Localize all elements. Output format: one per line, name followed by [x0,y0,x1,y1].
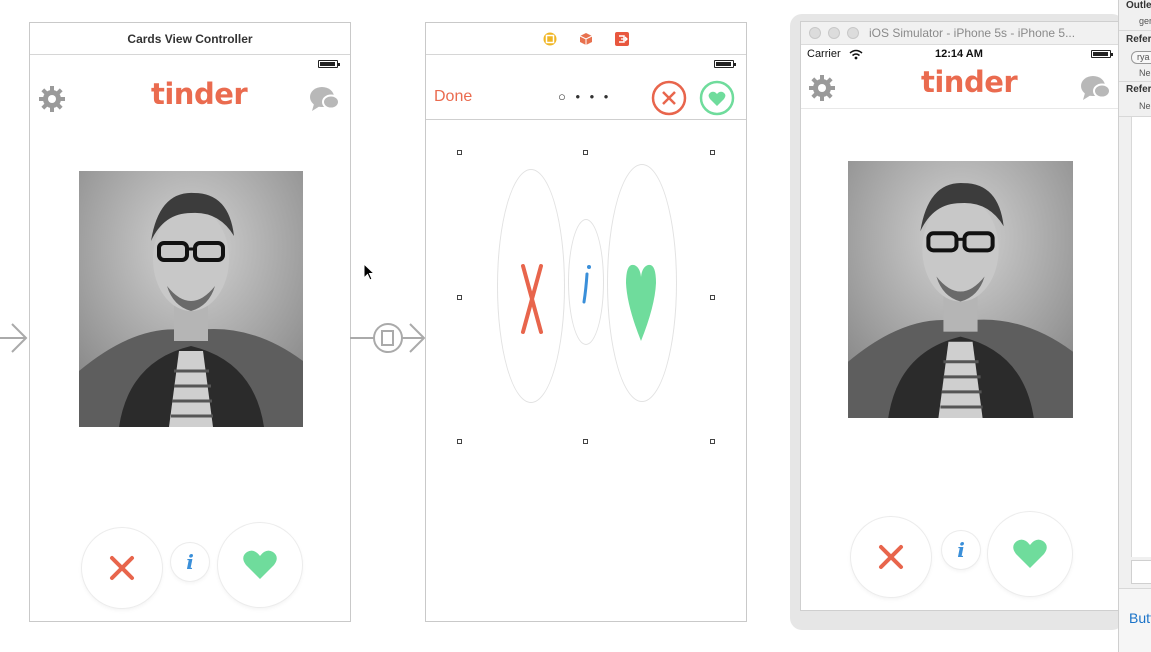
window-titlebar[interactable]: iOS Simulator - iPhone 5s - iPhone 5... [801,22,1119,45]
inspector-section-referencing-1: Refer rya Ne [1119,31,1151,82]
x-icon [879,545,903,569]
info-icon: i [186,550,194,574]
status-time: 12:14 AM [935,48,983,60]
scene-title: Cards View Controller [127,31,253,46]
stretched-like-button[interactable] [607,164,677,402]
selection-handle[interactable] [710,295,715,300]
info-icon: i [957,538,965,562]
selection-handle[interactable] [583,439,588,444]
view-controller-icon[interactable] [543,32,557,46]
first-responder-icon[interactable] [579,32,593,46]
nope-button[interactable] [851,517,931,597]
chat-bubble-icon[interactable] [1080,74,1112,102]
settings-gear-icon[interactable] [808,74,836,102]
heart-icon [243,550,277,579]
zoom-window-button[interactable] [847,27,859,39]
page-indicator: ○ • • • [558,89,612,104]
selection-handle[interactable] [583,150,588,155]
outlet-item[interactable]: ger [1139,16,1151,26]
wifi-icon [849,49,863,60]
profile-photo [79,171,303,427]
info-button[interactable]: i [942,531,980,569]
selection-handle[interactable] [710,150,715,155]
like-nav-button[interactable] [699,80,735,116]
close-window-button[interactable] [809,27,821,39]
detail-view-controller-scene[interactable]: Done ○ • • • [425,22,747,622]
selection-handle[interactable] [457,150,462,155]
scene-dock-bar[interactable] [426,23,746,55]
navigation-bar: Done ○ • • • [426,73,746,120]
battery-icon [714,60,736,68]
stretched-nope-button[interactable] [497,169,565,403]
ios-simulator-window[interactable]: iOS Simulator - iPhone 5s - iPhone 5... … [800,21,1120,611]
stretched-info-button[interactable] [568,219,604,345]
heart-icon [1013,539,1047,568]
inspector-section-referencing-2: Refer Ne [1119,82,1151,117]
object-library-section: Butt [1119,588,1151,652]
segue-connector[interactable] [350,318,428,358]
selection-handle[interactable] [457,295,462,300]
referencing-label: Refer [1126,34,1151,45]
referencing-new[interactable]: Ne [1139,101,1151,111]
minimize-window-button[interactable] [828,27,840,39]
settings-gear-icon[interactable] [38,85,66,113]
info-button[interactable]: i [171,543,209,581]
exit-icon[interactable] [615,31,629,46]
done-button[interactable]: Done [434,88,472,106]
connections-inspector: Outle ger Refer rya Ne Refer Ne Butt [1118,0,1151,652]
referencing-outlet-text: rya [1137,52,1150,62]
window-title: iOS Simulator - iPhone 5s - iPhone 5... [869,26,1076,40]
inspector-field[interactable] [1131,560,1151,584]
heart-icon [626,264,656,341]
profile-photo [848,161,1073,418]
outlets-label: Outle [1126,0,1151,11]
inspector-section-outlets: Outle ger [1119,0,1151,31]
carrier-label: Carrier [807,48,841,60]
selection-handle[interactable] [457,439,462,444]
info-icon [582,265,591,304]
x-icon [521,264,543,334]
scene-title-bar[interactable]: Cards View Controller [30,23,350,55]
referencing-label: Refer [1126,84,1151,95]
nope-nav-button[interactable] [651,80,687,116]
like-button[interactable] [218,523,302,607]
battery-icon [318,60,340,68]
segue-entry-arrow [0,323,28,353]
tinder-logo: tinder [921,65,1018,99]
tinder-logo: tinder [151,77,248,111]
like-button[interactable] [988,512,1072,596]
button-library-item[interactable]: Butt [1129,610,1151,626]
inspector-blank-area [1131,117,1151,557]
battery-icon [1091,50,1113,58]
nope-button[interactable] [82,528,162,608]
mouse-cursor-icon [363,263,375,281]
chat-bubble-icon[interactable] [309,85,341,113]
selection-handle[interactable] [710,439,715,444]
x-icon [110,556,134,580]
referencing-new[interactable]: Ne [1139,68,1151,78]
header-divider [801,108,1119,109]
cards-view-controller-scene[interactable]: Cards View Controller tinder i [29,22,351,622]
